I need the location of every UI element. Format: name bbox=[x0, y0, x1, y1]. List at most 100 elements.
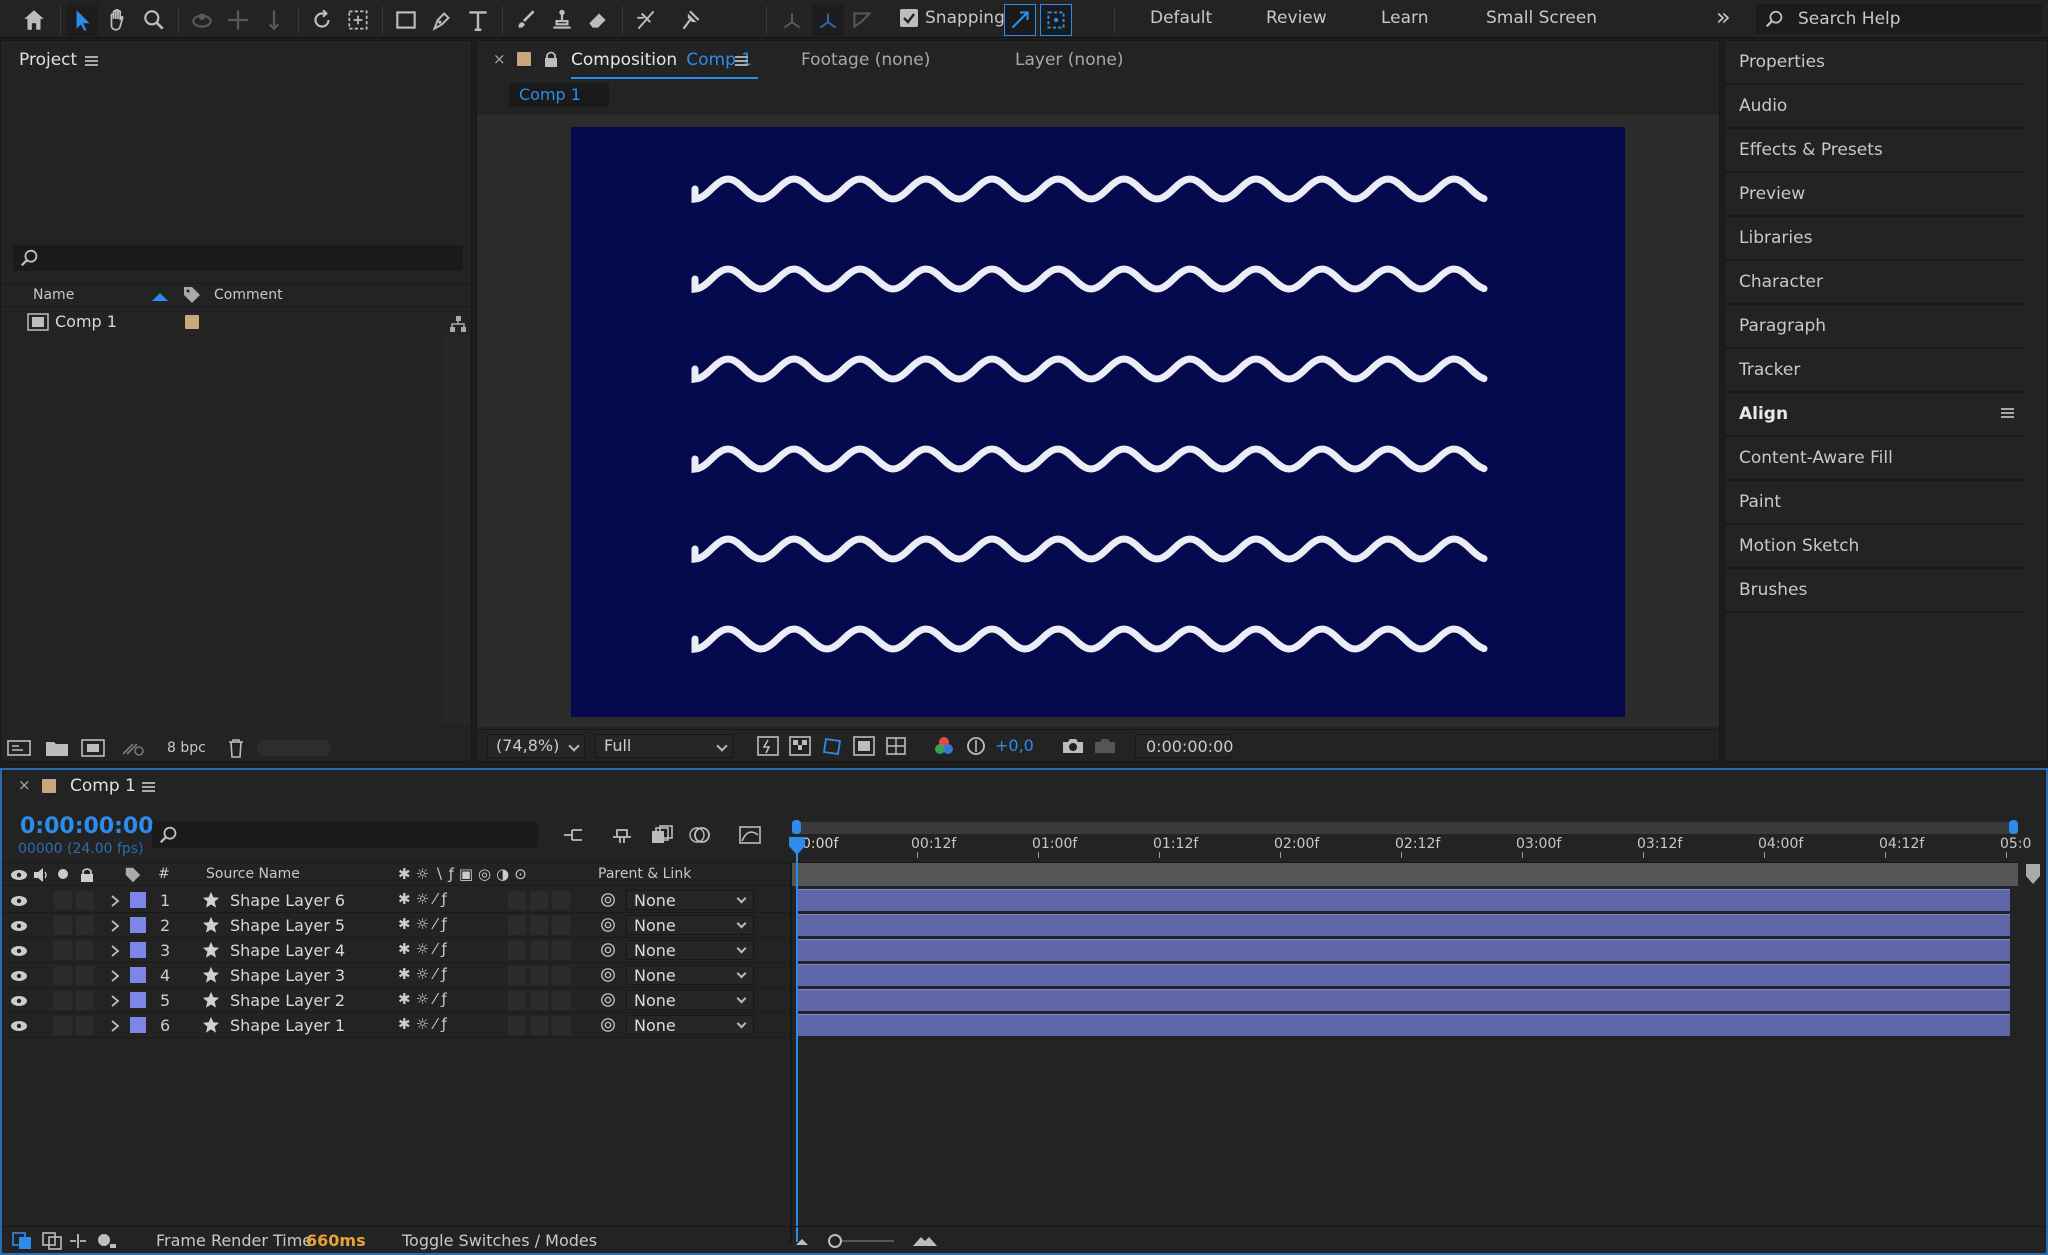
panel-tab-motion-sketch[interactable]: Motion Sketch bbox=[1725, 525, 2025, 569]
timeline-menu-icon[interactable] bbox=[142, 782, 155, 792]
adjustment-switch[interactable] bbox=[530, 941, 548, 960]
workspace-small-screen[interactable]: Small Screen bbox=[1486, 8, 1597, 28]
visibility-eye-icon[interactable] bbox=[10, 945, 28, 957]
show-snapshot-icon[interactable] bbox=[1093, 736, 1117, 756]
expand-chevron-icon[interactable] bbox=[110, 944, 120, 958]
3d-layer-switch[interactable] bbox=[552, 991, 570, 1010]
layer-label-color[interactable] bbox=[130, 967, 146, 983]
layer-duration-bar[interactable] bbox=[798, 889, 2010, 911]
project-panel-title[interactable]: Project bbox=[19, 50, 77, 70]
name-column-header[interactable]: Name bbox=[33, 287, 74, 303]
layer-row[interactable]: 3 Shape Layer 4 ✱☼⁄ƒ None bbox=[2, 938, 792, 963]
view-axis-icon[interactable] bbox=[846, 4, 878, 36]
label-tag-icon[interactable] bbox=[182, 285, 202, 305]
layer-label-color[interactable] bbox=[130, 917, 146, 933]
motion-blur-icon[interactable] bbox=[688, 825, 712, 845]
panel-tab-content-aware-fill[interactable]: Content-Aware Fill bbox=[1725, 437, 2025, 481]
layer-switches[interactable]: ✱☼⁄ƒ bbox=[398, 915, 452, 933]
visibility-eye-icon[interactable] bbox=[10, 970, 28, 982]
layer-switches-toggle-icon[interactable] bbox=[12, 1232, 32, 1250]
layer-label-color[interactable] bbox=[130, 892, 146, 908]
audio-switch[interactable] bbox=[54, 1016, 72, 1035]
project-scrollbar[interactable] bbox=[443, 335, 469, 723]
visibility-eye-icon[interactable] bbox=[10, 1020, 28, 1032]
lock-icon[interactable] bbox=[543, 50, 559, 68]
pick-whip-icon[interactable] bbox=[600, 1017, 616, 1033]
viewer-timecode[interactable]: 0:00:00:00 bbox=[1135, 734, 1233, 758]
new-folder-icon[interactable] bbox=[45, 739, 69, 757]
sort-ascending-icon[interactable] bbox=[152, 291, 168, 301]
timeline-zoom-slider[interactable] bbox=[828, 1234, 894, 1248]
selection-tool-icon[interactable] bbox=[66, 4, 98, 36]
layer-duration-bar[interactable] bbox=[798, 1014, 2010, 1036]
pick-whip-icon[interactable] bbox=[600, 967, 616, 983]
audio-switch[interactable] bbox=[54, 991, 72, 1010]
layer-label-color[interactable] bbox=[130, 942, 146, 958]
lock-switch[interactable] bbox=[76, 1016, 94, 1035]
audio-switch[interactable] bbox=[54, 941, 72, 960]
frame-blending-icon[interactable] bbox=[650, 825, 674, 845]
mask-visibility-icon[interactable] bbox=[821, 736, 843, 756]
panel-tab-brushes[interactable]: Brushes bbox=[1725, 569, 2025, 613]
snapshot-camera-icon[interactable] bbox=[1061, 736, 1085, 756]
time-ruler[interactable]: 0:00f 00:12f 01:00f 01:12f 02:00f 02:12f 03:00… bbox=[792, 834, 2031, 858]
pen-tool-icon[interactable] bbox=[426, 4, 458, 36]
zoom-tool-icon[interactable] bbox=[138, 4, 170, 36]
lock-switch[interactable] bbox=[76, 891, 94, 910]
layer-label-color[interactable] bbox=[130, 992, 146, 1008]
panel-tab-audio[interactable]: Audio bbox=[1725, 85, 2025, 129]
lock-switch[interactable] bbox=[76, 916, 94, 935]
shy-layers-icon[interactable] bbox=[610, 825, 634, 845]
layer-tab[interactable]: Layer (none) bbox=[1015, 50, 1123, 70]
comp-marker-bin-icon[interactable] bbox=[2024, 862, 2042, 886]
layer-duration-bar[interactable] bbox=[798, 989, 2010, 1011]
magnification-dropdown[interactable]: (74,8%) bbox=[487, 734, 585, 758]
composition-tab[interactable]: Composition Comp 1 bbox=[571, 41, 759, 79]
type-tool-icon[interactable] bbox=[462, 4, 494, 36]
project-search-field[interactable] bbox=[13, 245, 463, 271]
panel-tab-tracker[interactable]: Tracker bbox=[1725, 349, 2025, 393]
snap-features-icon[interactable] bbox=[1040, 4, 1072, 36]
flowchart-icon[interactable] bbox=[449, 315, 467, 333]
layer-row[interactable]: 1 Shape Layer 6 ✱☼⁄ƒ None bbox=[2, 888, 792, 913]
source-name-column-header[interactable]: Source Name bbox=[206, 866, 300, 882]
layer-switches[interactable]: ✱☼⁄ƒ bbox=[398, 1015, 452, 1033]
rectangle-tool-icon[interactable] bbox=[390, 4, 422, 36]
layer-search-field[interactable] bbox=[152, 822, 538, 848]
project-menu-icon[interactable] bbox=[85, 56, 98, 66]
audio-switch[interactable] bbox=[54, 891, 72, 910]
eraser-tool-icon[interactable] bbox=[582, 4, 614, 36]
comp-canvas[interactable] bbox=[571, 127, 1625, 717]
pick-whip-icon[interactable] bbox=[600, 942, 616, 958]
render-time-toggle-icon[interactable] bbox=[96, 1232, 118, 1250]
playhead[interactable] bbox=[796, 840, 798, 1242]
panel-tab-libraries[interactable]: Libraries bbox=[1725, 217, 2025, 261]
3d-layer-switch[interactable] bbox=[552, 891, 570, 910]
motion-blur-switch[interactable] bbox=[508, 891, 526, 910]
layer-switches[interactable]: ✱☼⁄ƒ bbox=[398, 940, 452, 958]
snap-edges-icon[interactable] bbox=[1004, 4, 1036, 36]
panel-tab-paragraph[interactable]: Paragraph bbox=[1725, 305, 2025, 349]
snapping-checkbox[interactable] bbox=[900, 9, 918, 27]
pick-whip-icon[interactable] bbox=[600, 892, 616, 908]
pan-behind-tool-icon[interactable] bbox=[342, 4, 374, 36]
motion-blur-switch[interactable] bbox=[508, 1016, 526, 1035]
pick-whip-icon[interactable] bbox=[600, 992, 616, 1008]
grid-guides-icon[interactable] bbox=[885, 736, 907, 756]
panel-tab-properties[interactable]: Properties bbox=[1725, 41, 2025, 85]
workspace-review[interactable]: Review bbox=[1266, 8, 1327, 28]
parent-link-column-header[interactable]: Parent & Link bbox=[598, 866, 691, 882]
motion-blur-switch[interactable] bbox=[508, 966, 526, 985]
new-composition-icon[interactable] bbox=[81, 739, 105, 757]
zoom-out-icon[interactable] bbox=[794, 1235, 810, 1247]
graph-editor-icon[interactable] bbox=[738, 825, 762, 845]
bpc-label[interactable]: 8 bpc bbox=[167, 740, 206, 756]
lock-switch[interactable] bbox=[76, 966, 94, 985]
panel-tab-preview[interactable]: Preview bbox=[1725, 173, 2025, 217]
solo-header-icon[interactable] bbox=[58, 869, 68, 879]
layer-row[interactable]: 6 Shape Layer 1 ✱☼⁄ƒ None bbox=[2, 1013, 792, 1038]
work-area-range[interactable] bbox=[792, 862, 2018, 886]
3d-layer-switch[interactable] bbox=[552, 966, 570, 985]
timeline-divider[interactable] bbox=[790, 862, 792, 1242]
align-menu-icon[interactable] bbox=[2001, 408, 2014, 418]
